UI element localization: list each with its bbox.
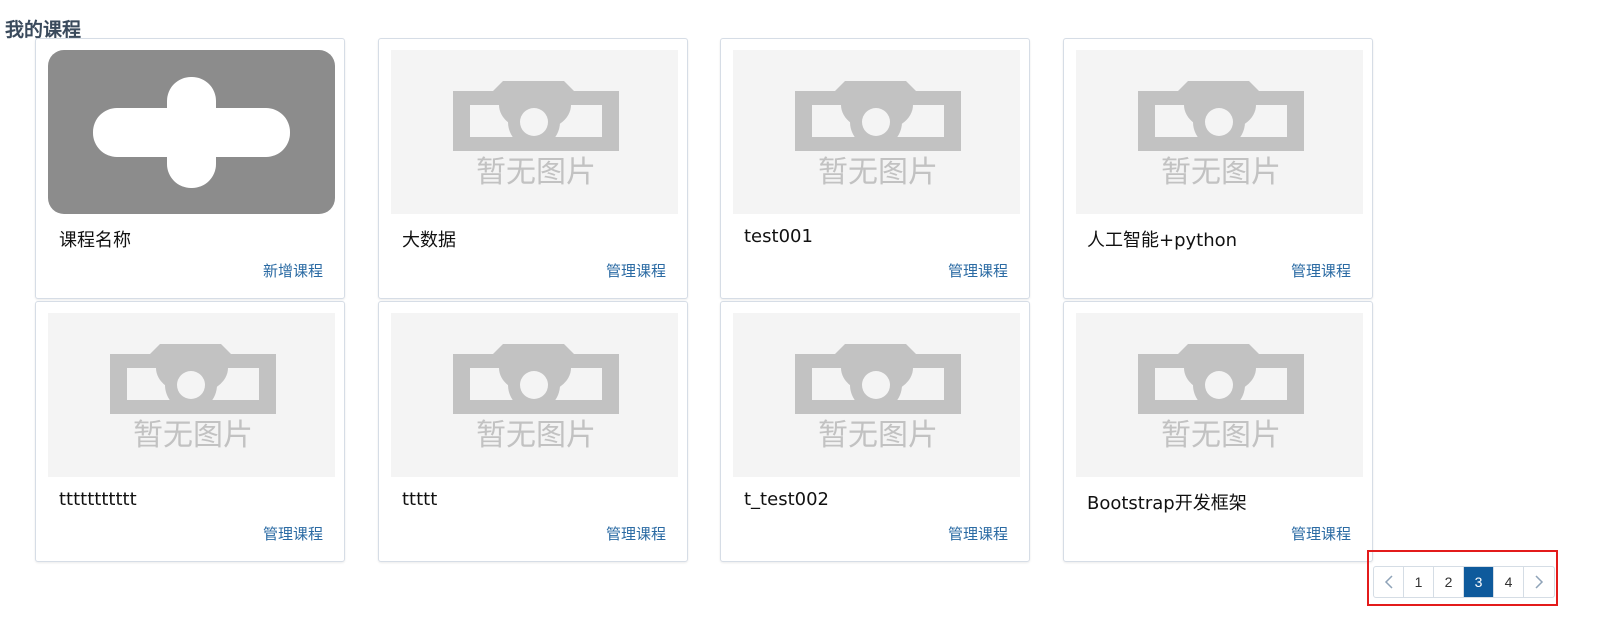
pagination-next-button[interactable]	[1524, 567, 1554, 597]
course-title: t_test002	[744, 489, 829, 510]
pagination: 1 2 3 4	[1373, 566, 1555, 598]
no-image-text: 暂无图片	[818, 418, 938, 453]
camera-icon: 暂无图片	[453, 344, 619, 453]
course-title: 课程名称	[59, 230, 131, 251]
no-image-placeholder: 暂无图片	[733, 313, 1020, 477]
add-course-image[interactable]	[48, 50, 335, 214]
pagination-prev-button[interactable]	[1374, 567, 1404, 597]
camera-icon: 暂无图片	[1138, 81, 1304, 190]
chevron-left-icon	[1384, 575, 1393, 589]
no-image-placeholder: 暂无图片	[391, 50, 678, 214]
manage-course-link[interactable]: 管理课程	[606, 260, 666, 281]
pagination-page-1[interactable]: 1	[1404, 567, 1434, 597]
chevron-right-icon	[1535, 575, 1544, 589]
course-card: 暂无图片 ttttttttttt 管理课程	[35, 301, 345, 562]
no-image-text: 暂无图片	[133, 418, 253, 453]
pagination-page-4[interactable]: 4	[1494, 567, 1524, 597]
course-title: 人工智能+python	[1087, 230, 1238, 251]
course-title: Bootstrap开发框架	[1087, 493, 1247, 514]
no-image-placeholder: 暂无图片	[48, 313, 335, 477]
manage-course-link[interactable]: 管理课程	[948, 523, 1008, 544]
course-title: test001	[744, 226, 813, 247]
manage-course-link[interactable]: 管理课程	[606, 523, 666, 544]
course-card: 暂无图片 Bootstrap开发框架 管理课程	[1063, 301, 1373, 562]
course-card-add[interactable]: 课程名称 新增课程	[35, 38, 345, 299]
no-image-text: 暂无图片	[1161, 418, 1281, 453]
manage-course-link[interactable]: 管理课程	[1291, 260, 1351, 281]
no-image-text: 暂无图片	[818, 155, 938, 190]
camera-icon: 暂无图片	[795, 81, 961, 190]
no-image-placeholder: 暂无图片	[1076, 50, 1363, 214]
manage-course-link[interactable]: 管理课程	[1291, 523, 1351, 544]
pagination-page-3-current[interactable]: 3	[1464, 567, 1494, 597]
course-card: 暂无图片 人工智能+python 管理课程	[1063, 38, 1373, 299]
course-card: 暂无图片 t_test002 管理课程	[720, 301, 1030, 562]
course-card: 暂无图片 ttttt 管理课程	[378, 301, 688, 562]
no-image-placeholder: 暂无图片	[1076, 313, 1363, 477]
no-image-placeholder: 暂无图片	[733, 50, 1020, 214]
manage-course-link[interactable]: 管理课程	[263, 523, 323, 544]
camera-icon: 暂无图片	[110, 344, 276, 453]
course-title: 大数据	[402, 230, 456, 251]
plus-icon	[93, 77, 290, 188]
no-image-text: 暂无图片	[1161, 155, 1281, 190]
course-card: 暂无图片 大数据 管理课程	[378, 38, 688, 299]
add-course-link[interactable]: 新增课程	[263, 260, 323, 281]
no-image-text: 暂无图片	[476, 418, 596, 453]
no-image-text: 暂无图片	[476, 155, 596, 190]
manage-course-link[interactable]: 管理课程	[948, 260, 1008, 281]
pagination-page-2[interactable]: 2	[1434, 567, 1464, 597]
course-card: 暂无图片 test001 管理课程	[720, 38, 1030, 299]
course-title: ttttt	[402, 489, 438, 510]
camera-icon: 暂无图片	[1138, 344, 1304, 453]
camera-icon: 暂无图片	[795, 344, 961, 453]
camera-icon: 暂无图片	[453, 81, 619, 190]
no-image-placeholder: 暂无图片	[391, 313, 678, 477]
course-title: ttttttttttt	[59, 489, 137, 510]
